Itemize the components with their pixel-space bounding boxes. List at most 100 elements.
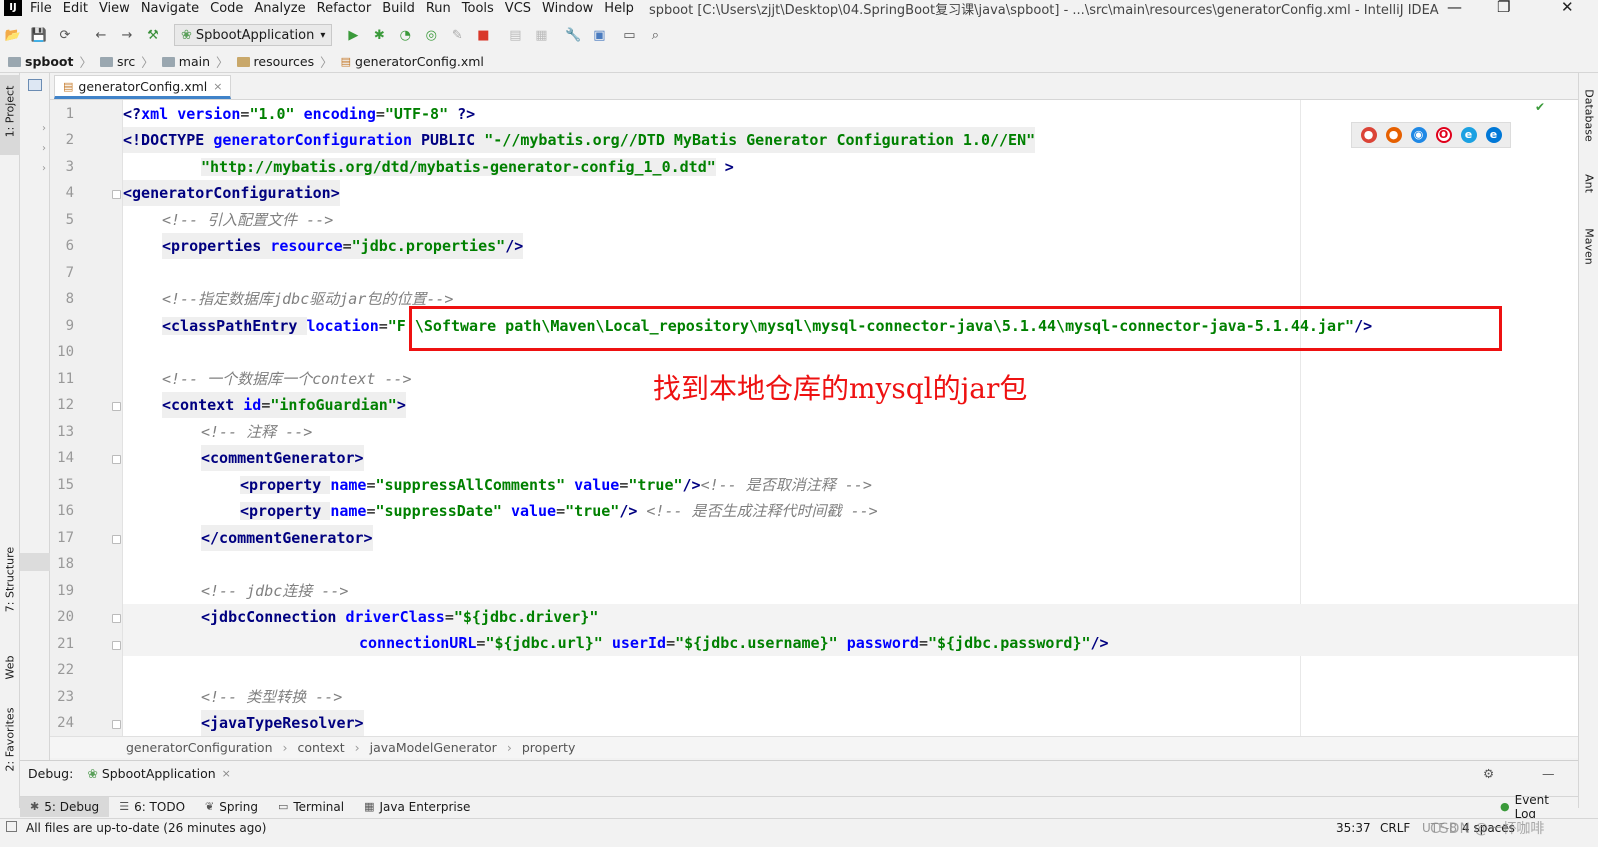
nav-crumb-main[interactable]: main 〉 — [161, 52, 229, 71]
project-panel-icon[interactable] — [28, 79, 42, 91]
gear-icon[interactable]: ⚙ — [1483, 766, 1494, 781]
stop-icon[interactable]: ■ — [474, 26, 492, 44]
menu-tools[interactable]: Tools — [462, 1, 494, 16]
run-configuration-select[interactable]: ❀ SpbootApplication ▾ — [174, 24, 333, 46]
tool-tab-todo[interactable]: ☰ 6: TODO — [109, 797, 195, 817]
nav-crumb-file[interactable]: ▤ generatorConfig.xml — [341, 54, 484, 69]
code-line-1: <?xml version="1.0" encoding="UTF-8" ?> — [123, 105, 476, 123]
tool-tab-web[interactable]: Web — [0, 643, 20, 693]
breadcrumb-item[interactable]: generatorConfiguration — [126, 740, 273, 755]
tool-tab-ant[interactable]: Ant — [1579, 163, 1598, 203]
fold-marker-icon[interactable] — [112, 720, 121, 729]
fold-marker-icon[interactable] — [112, 190, 121, 199]
fold-marker-icon[interactable] — [112, 455, 121, 464]
close-window-button[interactable]: ✕ — [1561, 0, 1574, 16]
chevron-down-icon: ▾ — [320, 29, 326, 41]
tool-tab-terminal[interactable]: ▭ Terminal — [268, 797, 354, 817]
coverage-icon[interactable]: ◔ — [396, 26, 414, 44]
tool-tab-structure[interactable]: 7: Structure — [0, 543, 20, 623]
edge-icon[interactable]: e — [1485, 127, 1502, 143]
breadcrumb-item[interactable]: context — [298, 740, 345, 755]
opera-icon[interactable]: O — [1435, 127, 1452, 143]
line-number: 11 — [57, 371, 74, 387]
editor-breadcrumb: generatorConfiguration › context › javaMod… — [50, 736, 1578, 758]
breadcrumb-item[interactable]: javaModelGenerator — [370, 740, 497, 755]
debug-icon[interactable]: ✱ — [370, 26, 388, 44]
forward-icon[interactable]: → — [118, 26, 136, 44]
expand-arrow-icon[interactable]: › — [42, 143, 46, 154]
fold-marker-icon[interactable] — [112, 614, 121, 623]
restore-button[interactable]: ❐ — [1497, 0, 1510, 16]
folder-icon — [236, 56, 250, 67]
code-line-5: <!-- 引入配置文件 --> — [162, 211, 334, 229]
chrome-icon[interactable]: ● — [1360, 127, 1377, 143]
sync-icon[interactable]: ⟳ — [56, 26, 74, 44]
line-number: 10 — [57, 344, 74, 360]
editor-tab-generatorconfig[interactable]: ▤ generatorConfig.xml × — [54, 75, 232, 99]
nav-crumb-resources[interactable]: resources 〉 — [236, 52, 333, 71]
expand-arrow-icon[interactable]: › — [42, 163, 46, 174]
tool-tab-favorites[interactable]: 2: Favorites — [0, 703, 20, 783]
menu-bar: IJ File Edit View Navigate Code Analyze … — [0, 0, 1598, 18]
build-hammer-icon[interactable]: ⚒ — [144, 26, 162, 44]
caret-position[interactable]: 35:37 — [1336, 821, 1371, 835]
firefox-icon[interactable]: ● — [1385, 127, 1402, 143]
open-folder-icon[interactable]: 📂 — [4, 26, 22, 44]
settings-wrench-icon[interactable]: 🔧 — [564, 26, 582, 44]
fold-marker-icon[interactable] — [112, 535, 121, 544]
menu-edit[interactable]: Edit — [63, 1, 88, 16]
code-editor[interactable]: <?xml version="1.0" encoding="UTF-8" ?> … — [123, 100, 1578, 736]
fold-marker-icon[interactable] — [112, 641, 121, 650]
minimize-button[interactable]: — — [1447, 0, 1462, 16]
line-number: 17 — [57, 530, 74, 546]
safari-icon[interactable]: ◉ — [1410, 127, 1427, 143]
navigation-bar: spboot 〉 src 〉 main 〉 resources 〉 ▤ generator… — [0, 51, 1598, 73]
hide-panel-icon[interactable]: — — [1542, 766, 1555, 781]
debug-session-tab[interactable]: ❀ SpbootApplication × — [87, 766, 231, 781]
tool-tab-debug[interactable]: ✱ 5: Debug — [20, 796, 110, 817]
menu-window[interactable]: Window — [542, 1, 593, 16]
menu-vcs[interactable]: VCS — [505, 1, 531, 16]
menu-file[interactable]: File — [30, 1, 52, 16]
breadcrumb-item[interactable]: property — [522, 740, 576, 755]
project-structure-icon[interactable]: ▣ — [590, 26, 608, 44]
nav-crumb-src[interactable]: src 〉 — [100, 52, 154, 71]
tool-tab-java-enterprise[interactable]: ▦ Java Enterprise — [354, 797, 480, 817]
editor-gutter: 1 2 3 4 5 6 7 8 9 10 11 12 13 14 15 16 1… — [50, 100, 123, 736]
close-tab-icon[interactable]: × — [213, 80, 222, 93]
tool-tab-spring[interactable]: ❦ Spring — [195, 797, 268, 817]
save-icon[interactable]: 💾 — [30, 26, 48, 44]
menu-code[interactable]: Code — [210, 1, 243, 16]
tool-tab-database[interactable]: Database — [1579, 81, 1598, 151]
menu-analyze[interactable]: Analyze — [254, 1, 305, 16]
update-icon[interactable]: ▤ — [506, 26, 524, 44]
line-separator[interactable]: CRLF — [1380, 821, 1410, 835]
back-icon[interactable]: ← — [92, 26, 110, 44]
line-number: 8 — [65, 291, 74, 307]
intellij-logo-icon: IJ — [4, 0, 22, 16]
fold-marker-icon[interactable] — [112, 402, 121, 411]
internet-explorer-icon[interactable]: e — [1460, 127, 1477, 143]
nav-crumb-project[interactable]: spboot 〉 — [8, 52, 92, 71]
menu-build[interactable]: Build — [382, 1, 415, 16]
terminal-window-icon[interactable]: ▭ — [620, 26, 638, 44]
tool-tab-event-log[interactable]: ● Event Log — [1490, 793, 1578, 821]
tool-tab-project[interactable]: 1: Project — [0, 75, 20, 155]
menu-run[interactable]: Run — [426, 1, 451, 16]
menu-view[interactable]: View — [99, 1, 130, 16]
menu-refactor[interactable]: Refactor — [317, 1, 372, 16]
profile-icon[interactable]: ◎ — [422, 26, 440, 44]
expand-arrow-icon[interactable]: › — [42, 123, 46, 134]
menu-help[interactable]: Help — [604, 1, 634, 16]
menu-navigate[interactable]: Navigate — [141, 1, 199, 16]
line-number: 23 — [57, 689, 74, 705]
spring-boot-icon: ❀ — [87, 766, 98, 781]
search-icon[interactable]: ⌕ — [646, 26, 664, 44]
run-icon[interactable]: ▶ — [344, 26, 362, 44]
deploy-icon[interactable]: ▦ — [532, 26, 550, 44]
code-line-19: <!-- jdbc连接 --> — [201, 582, 349, 600]
tool-tab-maven[interactable]: Maven — [1579, 218, 1598, 278]
attach-icon[interactable]: ✎ — [448, 26, 466, 44]
close-tab-icon[interactable]: × — [222, 767, 231, 780]
status-toggle-icon[interactable] — [6, 821, 17, 832]
